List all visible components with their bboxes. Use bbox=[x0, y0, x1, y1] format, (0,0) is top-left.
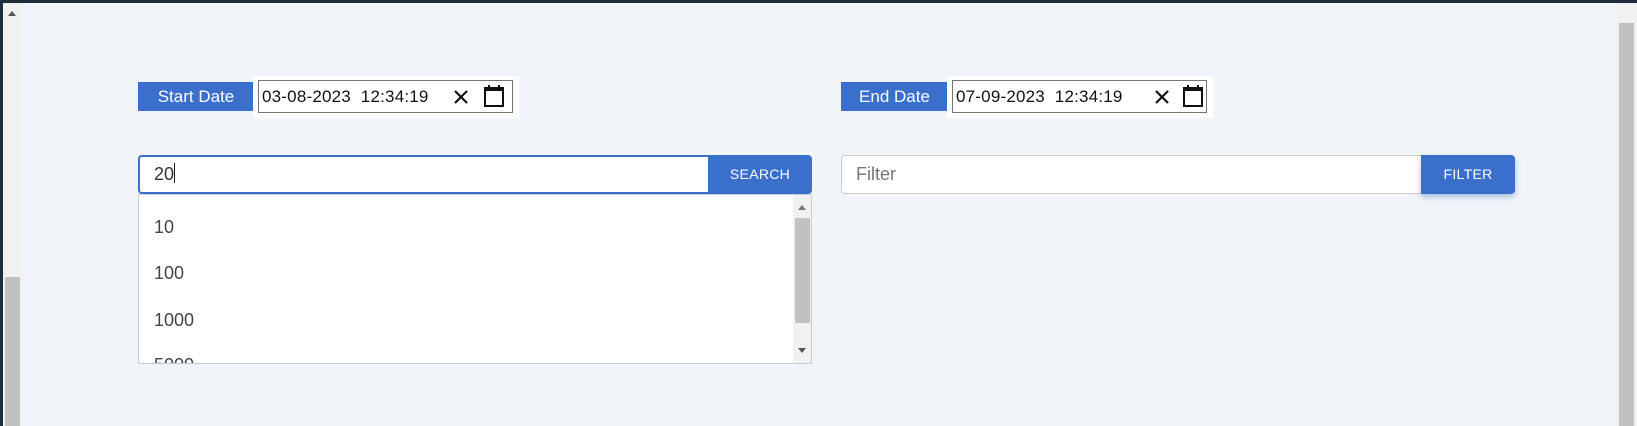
dropdown-scrollbar-thumb[interactable] bbox=[795, 218, 810, 323]
end-date-wrapper: 07-09-2023 12:34:19 bbox=[947, 76, 1213, 118]
left-scrollbar-thumb[interactable] bbox=[5, 277, 20, 426]
close-icon[interactable] bbox=[451, 87, 471, 107]
filter-button[interactable]: FILTER bbox=[1421, 155, 1515, 194]
page-scrollbar[interactable] bbox=[1616, 3, 1637, 426]
suggestion-item[interactable]: 100 bbox=[154, 263, 184, 284]
start-date-value: 03-08-2023 12:34:19 bbox=[262, 86, 429, 106]
scroll-down-arrow-icon[interactable] bbox=[798, 348, 806, 353]
search-suggestions-dropdown: 10 100 1000 5000 bbox=[138, 194, 812, 364]
calendar-icon[interactable] bbox=[1182, 84, 1204, 108]
suggestion-item[interactable]: 1000 bbox=[154, 310, 194, 331]
scroll-up-arrow-icon[interactable] bbox=[798, 205, 806, 210]
window-top-border bbox=[0, 0, 1637, 3]
start-date-wrapper: 03-08-2023 12:34:19 bbox=[253, 76, 519, 118]
start-date-label: Start Date bbox=[138, 82, 254, 111]
start-date-input[interactable]: 03-08-2023 12:34:19 bbox=[258, 80, 513, 113]
scroll-up-arrow-icon[interactable] bbox=[8, 11, 16, 16]
suggestion-item[interactable]: 5000 bbox=[154, 355, 194, 363]
search-input-value: 20 bbox=[154, 164, 175, 184]
page-scrollbar-thumb[interactable] bbox=[1619, 23, 1634, 426]
suggestion-item[interactable]: 10 bbox=[154, 217, 174, 238]
filter-placeholder: Filter bbox=[856, 164, 896, 184]
close-icon[interactable] bbox=[1152, 87, 1172, 107]
text-caret bbox=[174, 163, 176, 183]
calendar-icon[interactable] bbox=[483, 84, 505, 108]
end-date-label: End Date bbox=[841, 82, 948, 111]
left-scrollbar[interactable] bbox=[3, 3, 22, 426]
end-date-input[interactable]: 07-09-2023 12:34:19 bbox=[952, 80, 1207, 113]
search-input[interactable]: 20 bbox=[138, 155, 708, 194]
search-button[interactable]: SEARCH bbox=[708, 155, 812, 194]
filter-input[interactable]: Filter bbox=[841, 155, 1421, 194]
dropdown-scrollbar[interactable] bbox=[793, 195, 811, 363]
end-date-value: 07-09-2023 12:34:19 bbox=[956, 86, 1123, 106]
